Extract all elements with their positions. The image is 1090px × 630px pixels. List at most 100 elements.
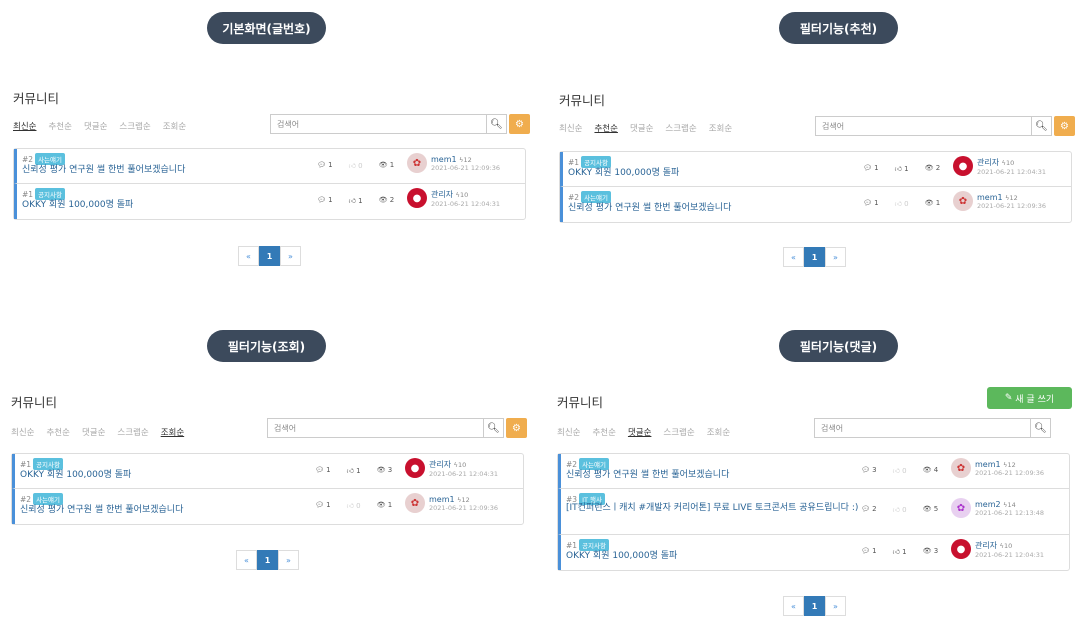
sort-tab[interactable]: 최신순	[11, 426, 34, 438]
post-title[interactable]: OKKY 회원 100,000명 돌파	[568, 168, 679, 179]
post-title[interactable]: 신뢰성 평가 연구원 썰 한번 풀어보겠습니다	[22, 165, 185, 176]
sort-tab[interactable]: 추천순	[48, 120, 71, 132]
sort-tab[interactable]: 조회순	[707, 426, 730, 438]
settings-button[interactable]: ⚙	[1054, 116, 1075, 136]
eye-icon: 👁︎	[378, 196, 388, 204]
post-title[interactable]: 신뢰성 평가 연구원 썰 한번 풀어보겠습니다	[568, 203, 731, 214]
sort-tab[interactable]: 스크랩순	[663, 426, 694, 438]
panel-filter-comments: 커뮤니티 ✎ 새 글 쓰기최신순 추천순 댓글순 스크랩순 조회순 검색어 🔍︎ #2 사는…	[557, 384, 1072, 624]
post-author[interactable]: ● 관리자 ϟ10 2021-06-21 12:04:31	[405, 458, 498, 478]
search-input[interactable]: 검색어	[815, 116, 1031, 136]
search-icon: 🔍︎	[487, 422, 500, 434]
next-page-button[interactable]: »	[278, 550, 299, 570]
post-title[interactable]: OKKY 회원 100,000명 돌파	[20, 470, 131, 481]
sort-tab[interactable]: 조회순	[163, 120, 186, 132]
post-row[interactable]: #2 사는얘기 신뢰성 평가 연구원 썰 한번 풀어보겠습니다 💬︎ 1 👍︎ 0…	[12, 489, 523, 524]
post-title[interactable]: 신뢰성 평가 연구원 썰 한번 풀어보겠습니다	[566, 470, 729, 481]
post-title[interactable]: [IT컨퍼런스ㅣ캐치 #개발자 커리어톤] 무료 LIVE 토크콘서트 공유드립…	[566, 503, 866, 514]
sort-tab[interactable]: 스크랩순	[117, 426, 148, 438]
current-page-button[interactable]: 1	[804, 247, 825, 267]
sort-tab[interactable]: 추천순	[46, 426, 69, 438]
sort-tab[interactable]: 최신순	[557, 426, 580, 438]
post-row[interactable]: #2 사는얘기 신뢰성 평가 연구원 썰 한번 풀어보겠습니다 💬︎ 1 👍︎ 0…	[560, 187, 1071, 222]
sort-tab[interactable]: 댓글순	[82, 426, 105, 438]
sort-tab[interactable]: 스크랩순	[119, 120, 150, 132]
like-value: 1	[904, 165, 909, 173]
next-page-button[interactable]: »	[280, 246, 301, 266]
next-page-button[interactable]: »	[825, 247, 846, 267]
post-row[interactable]: #1 공지사항 OKKY 회원 100,000명 돌파 💬︎ 1 👍︎ 1 👁︎ …	[12, 454, 523, 489]
author-name[interactable]: mem1	[977, 193, 1003, 202]
sort-tab[interactable]: 최신순	[559, 122, 582, 134]
current-page-button[interactable]: 1	[259, 246, 280, 266]
post-row[interactable]: #2 사는얘기 신뢰성 평가 연구원 썰 한번 풀어보겠습니다 💬︎ 1 👍︎ 0…	[14, 149, 525, 184]
prev-page-button[interactable]: «	[783, 596, 804, 616]
prev-page-button[interactable]: «	[783, 247, 804, 267]
sort-tab[interactable]: 조회순	[709, 122, 732, 134]
author-name[interactable]: 관리자	[429, 460, 451, 469]
post-author[interactable]: ✿ mem1 ϟ12 2021-06-21 12:09:36	[953, 191, 1046, 211]
current-page-button[interactable]: 1	[257, 550, 278, 570]
author-name[interactable]: mem1	[429, 495, 455, 504]
author-name[interactable]: 관리자	[977, 158, 999, 167]
sort-tab[interactable]: 추천순	[594, 122, 617, 134]
post-author[interactable]: ● 관리자 ϟ10 2021-06-21 12:04:31	[407, 188, 500, 208]
author-name[interactable]: 관리자	[975, 541, 997, 550]
category-badge: 공지사항	[581, 156, 611, 168]
post-stats: 💬︎ 1 👍︎ 0 👁︎ 1	[315, 501, 392, 510]
view-value: 1	[935, 199, 941, 207]
post-row[interactable]: #1 공지사항 OKKY 회원 100,000명 돌파 💬︎ 1 👍︎ 1 👁︎ …	[560, 152, 1071, 187]
sort-tab[interactable]: 댓글순	[630, 122, 653, 134]
sort-tab[interactable]: 최신순	[13, 120, 36, 132]
author-level: ϟ10	[456, 191, 469, 199]
comment-value: 1	[328, 161, 333, 169]
post-number-line: #1 공지사항	[566, 539, 609, 551]
author-name[interactable]: mem1	[431, 155, 457, 164]
post-author[interactable]: ✿ mem1 ϟ12 2021-06-21 12:09:36	[951, 458, 1044, 478]
prev-page-button[interactable]: «	[238, 246, 259, 266]
search-input[interactable]: 검색어	[267, 418, 483, 438]
post-title[interactable]: OKKY 회원 100,000명 돌파	[22, 200, 133, 211]
thumbs-up-icon: 👍︎	[892, 548, 900, 556]
prev-page-button[interactable]: «	[236, 550, 257, 570]
eye-icon: 👁︎	[922, 466, 932, 474]
post-row[interactable]: #2 사는얘기 신뢰성 평가 연구원 썰 한번 풀어보겠습니다 💬︎ 3 👍︎ 0…	[558, 454, 1069, 489]
search-button[interactable]: 🔍︎	[1031, 116, 1052, 136]
search-button[interactable]: 🔍︎	[483, 418, 504, 438]
author-name[interactable]: mem2	[975, 500, 1001, 509]
author-name[interactable]: 관리자	[431, 190, 453, 199]
new-post-button[interactable]: ✎ 새 글 쓰기	[987, 387, 1072, 409]
post-number: #1	[20, 459, 32, 469]
post-row[interactable]: #1 공지사항 OKKY 회원 100,000명 돌파 💬︎ 1 👍︎ 1 👁︎ …	[14, 184, 525, 219]
comment-value: 1	[326, 501, 331, 509]
next-page-button[interactable]: »	[825, 596, 846, 616]
post-author[interactable]: ✿ mem2 ϟ14 2021-06-21 12:13:48	[951, 498, 1044, 518]
comment-icon: 💬︎	[861, 466, 870, 474]
post-title[interactable]: OKKY 회원 100,000명 돌파	[566, 551, 677, 562]
settings-button[interactable]: ⚙	[506, 418, 527, 438]
sort-tab[interactable]: 추천순	[592, 426, 615, 438]
settings-button[interactable]: ⚙	[509, 114, 530, 134]
post-author[interactable]: ● 관리자 ϟ10 2021-06-21 12:04:31	[953, 156, 1046, 176]
post-title[interactable]: 신뢰성 평가 연구원 썰 한번 풀어보겠습니다	[20, 505, 183, 516]
author-name[interactable]: mem1	[975, 460, 1001, 469]
post-row[interactable]: #1 공지사항 OKKY 회원 100,000명 돌파 💬︎ 1 👍︎ 1 👁︎ …	[558, 535, 1069, 570]
sort-tab[interactable]: 댓글순	[628, 426, 651, 438]
sort-tab[interactable]: 스크랩순	[665, 122, 696, 134]
post-author[interactable]: ● 관리자 ϟ10 2021-06-21 12:04:31	[951, 539, 1044, 559]
sort-tabs: 최신순 추천순 댓글순 스크랩순 조회순	[559, 122, 732, 134]
post-author[interactable]: ✿ mem1 ϟ12 2021-06-21 12:09:36	[407, 153, 500, 173]
thumbs-up-icon: 👍︎	[348, 197, 356, 205]
sort-tab[interactable]: 댓글순	[84, 120, 107, 132]
post-row[interactable]: #3 IT 행사 [IT컨퍼런스ㅣ캐치 #개발자 커리어톤] 무료 LIVE 토크…	[558, 489, 1069, 535]
view-count: 👁︎ 1	[379, 161, 395, 170]
search-input[interactable]: 검색어	[270, 114, 486, 134]
community-title: 커뮤니티	[557, 395, 604, 410]
comment-count: 💬︎ 2	[861, 505, 877, 514]
post-author[interactable]: ✿ mem1 ϟ12 2021-06-21 12:09:36	[405, 493, 498, 513]
search-button[interactable]: 🔍︎	[486, 114, 507, 134]
search-input[interactable]: 검색어	[814, 418, 1030, 438]
search-button[interactable]: 🔍︎	[1030, 418, 1051, 438]
sort-tab[interactable]: 조회순	[161, 426, 184, 438]
current-page-button[interactable]: 1	[804, 596, 825, 616]
